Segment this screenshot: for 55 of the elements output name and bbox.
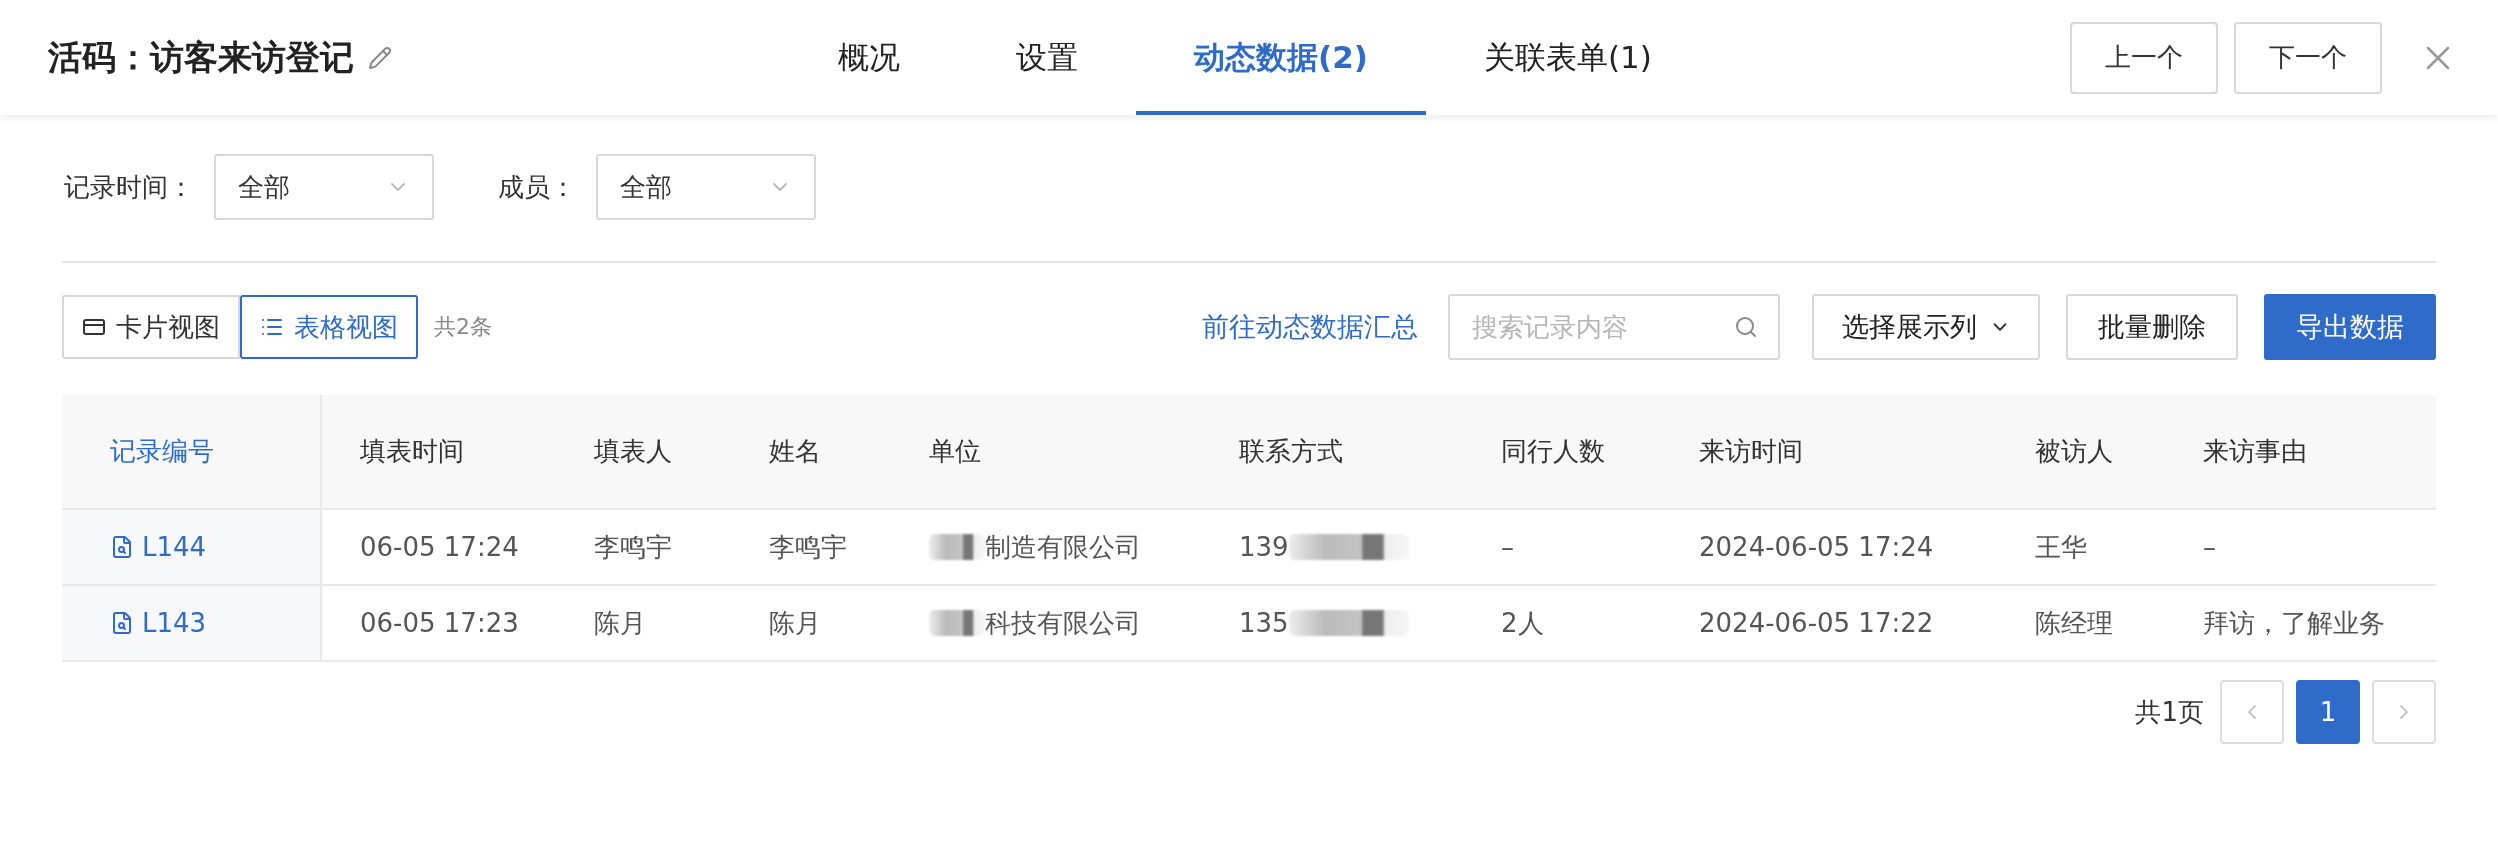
summary-link[interactable]: 前往动态数据汇总 [1202,309,1418,345]
nav-button[interactable]: 下一个 [2234,21,2382,94]
column-header: 来访时间 [1677,395,2013,510]
column-select[interactable]: 选择展示列 [1812,294,2040,360]
tab[interactable]: 关联表单(1) [1425,0,1710,115]
column-header: 单位 [907,395,1217,510]
filter-label: 记录时间： [64,170,194,204]
table-cell: 06-05 17:23 [360,608,519,638]
search-icon [1734,315,1758,339]
column-header[interactable]: 记录编号 [62,395,322,510]
page-total: 共1页 [2135,695,2204,729]
table-cell: – [2203,532,2216,562]
column-header: 联系方式 [1217,395,1479,510]
table-cell: – [1501,532,1514,562]
column-header: 被访人 [2013,395,2181,510]
search-field[interactable]: 搜索记录内容 [1448,294,1780,360]
tab[interactable]: 概况 [780,0,958,115]
table-cell-text: 李鸣宇 [769,530,847,564]
filter-select[interactable]: 全部 [214,154,434,220]
column-header: 填表人 [572,395,747,510]
table-cell-text: 王华 [2035,530,2087,564]
page-button[interactable]: 1 [2296,680,2360,744]
record-link[interactable]: L144 [142,532,207,562]
tab[interactable]: 动态数据(2) [1136,0,1426,115]
table-cell-text: 陈经理 [2035,606,2113,640]
column-header: 同行人数 [1479,395,1677,510]
delete-button[interactable]: 批量删除 [2066,294,2238,360]
record-link[interactable]: L143 [142,608,207,638]
view-toggle[interactable]: 表格视图 [240,295,418,359]
nav-button[interactable]: 上一个 [2070,21,2218,94]
table-cell-text: 制造有限公司 [985,530,1141,564]
table-cell: 2024-06-05 17:24 [1699,532,1934,562]
table-cell-text: 拜访，了解业务 [2203,606,2385,640]
table-cell: 139 [1239,532,1289,562]
record-icon [110,535,134,559]
table-cell: 06-05 17:24 [360,532,519,562]
record-count: 共2条 [434,313,492,341]
filter-label: 成员： [498,170,576,204]
view-toggle[interactable]: 卡片视图 [62,295,240,359]
tab[interactable]: 设置 [958,0,1136,115]
record-icon [110,611,134,635]
table-cell-text: 陈月 [594,606,646,640]
column-header: 填表时间 [322,395,572,510]
table-cell-text: 李鸣宇 [594,530,672,564]
table-cell-text: 科技有限公司 [985,606,1141,640]
filter-select[interactable]: 全部 [596,154,816,220]
export-button[interactable]: 导出数据 [2264,294,2436,360]
table-cell-text: 2人 [1501,606,1544,640]
table-cell-text: 陈月 [769,606,821,640]
table-cell: 2024-06-05 17:22 [1699,608,1934,638]
page-title: 活码：访客来访登记 [48,35,354,79]
column-header: 姓名 [747,395,907,510]
edit-icon[interactable] [368,45,392,70]
table-cell: 135 [1239,608,1289,638]
column-header: 来访事由 [2181,395,2436,510]
